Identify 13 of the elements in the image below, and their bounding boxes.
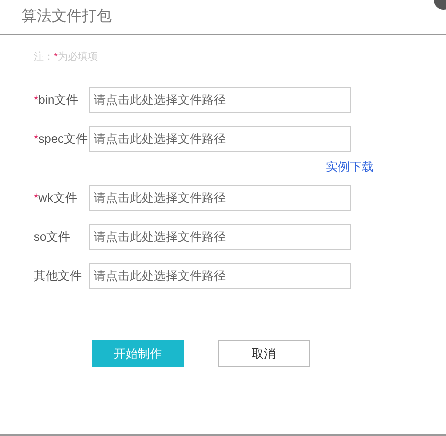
file-path-field[interactable]: 请点击此处选择文件路径: [89, 185, 351, 211]
field-label: so文件: [33, 229, 72, 246]
field-label: *spec文件: [33, 131, 88, 148]
dialog-title: 算法文件打包: [22, 6, 112, 27]
example-download-link[interactable]: 实例下载: [326, 160, 374, 172]
field-label: *wk文件: [33, 190, 78, 207]
file-path-field[interactable]: 请点击此处选择文件路径: [89, 224, 351, 250]
file-path-field[interactable]: 请点击此处选择文件路径: [89, 126, 351, 152]
file-path-field[interactable]: 请点击此处选择文件路径: [89, 87, 351, 113]
cancel-button[interactable]: 取消: [218, 340, 310, 367]
field-label: 其他文件: [33, 268, 83, 285]
field-label: *bin文件: [33, 92, 80, 109]
file-path-field[interactable]: 请点击此处选择文件路径: [89, 263, 351, 289]
